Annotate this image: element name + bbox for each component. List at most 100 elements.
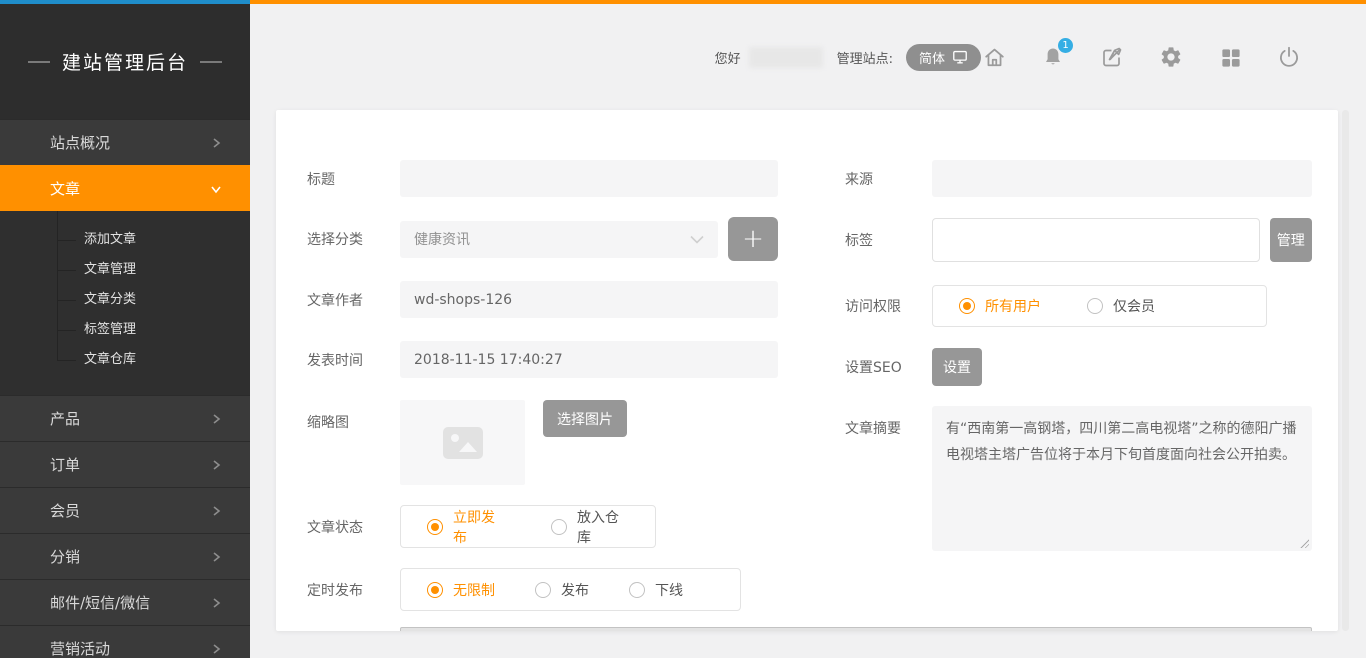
chevron-right-icon xyxy=(210,505,222,517)
notification-badge: 1 xyxy=(1058,38,1073,53)
gear-icon xyxy=(1159,45,1183,69)
app-logo: 建站管理后台 xyxy=(0,4,250,119)
power-icon xyxy=(1277,45,1301,69)
submenu-item-article-warehouse[interactable]: 文章仓库 xyxy=(0,345,250,375)
radio-icon xyxy=(551,519,567,535)
logout-button[interactable] xyxy=(1276,44,1302,70)
summary-row: 文章摘要 有“西南第一高钢塔，四川第二高电视塔”之称的德阳广播电视塔主塔广告位将… xyxy=(845,406,1312,551)
sidebar-item-label: 会员 xyxy=(50,500,210,521)
source-label: 来源 xyxy=(845,169,932,189)
home-button[interactable] xyxy=(981,44,1007,70)
schedule-row: 定时发布 无限制 发布 下线 xyxy=(307,568,778,611)
radio-icon xyxy=(629,582,645,598)
submenu-item-article-category[interactable]: 文章分类 xyxy=(0,285,250,315)
apps-button[interactable] xyxy=(1217,44,1243,70)
category-select[interactable]: 健康资讯 xyxy=(400,221,718,258)
username-redacted xyxy=(749,47,823,68)
add-category-button[interactable]: + xyxy=(728,217,778,261)
sidebar-item-orders[interactable]: 订单 xyxy=(0,441,250,487)
radio-icon xyxy=(427,519,443,535)
home-icon xyxy=(982,45,1007,70)
choose-image-button[interactable]: 选择图片 xyxy=(543,400,627,437)
sidebar-item-label: 站点概况 xyxy=(50,132,210,153)
language-site-button[interactable]: 简体 xyxy=(906,44,981,71)
schedule-radio-group: 无限制 发布 下线 xyxy=(400,568,741,611)
radio-publish-now[interactable]: 立即发布 xyxy=(427,507,505,547)
author-label: 文章作者 xyxy=(307,290,400,310)
radio-publish[interactable]: 发布 xyxy=(535,580,589,600)
sidebar-item-label: 邮件/短信/微信 xyxy=(50,592,210,613)
thumbnail-preview[interactable] xyxy=(400,400,525,485)
sidebar-item-marketing[interactable]: 营销活动 xyxy=(0,625,250,658)
status-row: 文章状态 立即发布 放入仓库 xyxy=(307,505,778,548)
compose-button[interactable] xyxy=(1099,44,1125,70)
submenu-item-tag-manage[interactable]: 标签管理 xyxy=(0,315,250,345)
sidebar-item-label: 营销活动 xyxy=(50,638,210,658)
access-row: 访问权限 所有用户 仅会员 xyxy=(845,285,1312,327)
radio-label: 放入仓库 xyxy=(577,507,629,547)
sidebar-item-label: 文章 xyxy=(50,178,210,199)
sidebar-item-products[interactable]: 产品 xyxy=(0,395,250,441)
sidebar-item-distribution[interactable]: 分销 xyxy=(0,533,250,579)
radio-to-warehouse[interactable]: 放入仓库 xyxy=(551,507,629,547)
tags-label: 标签 xyxy=(845,230,932,250)
radio-label: 仅会员 xyxy=(1113,296,1155,316)
tags-input[interactable] xyxy=(932,218,1260,262)
category-label: 选择分类 xyxy=(307,229,400,249)
radio-label: 立即发布 xyxy=(453,507,505,547)
radio-label: 所有用户 xyxy=(985,296,1041,316)
settings-button[interactable] xyxy=(1158,44,1184,70)
source-row: 来源 xyxy=(845,160,1312,197)
monitor-icon xyxy=(952,50,968,64)
chevron-right-icon xyxy=(210,137,222,149)
status-radio-group: 立即发布 放入仓库 xyxy=(400,505,656,548)
radio-icon xyxy=(427,582,443,598)
chevron-down-icon xyxy=(210,183,222,195)
access-radio-group: 所有用户 仅会员 xyxy=(932,285,1267,327)
manage-tags-button[interactable]: 管理 xyxy=(1270,218,1313,262)
radio-no-limit[interactable]: 无限制 xyxy=(427,580,495,600)
seo-settings-button[interactable]: 设置 xyxy=(932,348,982,386)
sidebar-item-site-overview[interactable]: 站点概况 xyxy=(0,119,250,165)
chevron-right-icon xyxy=(210,551,222,563)
sidebar-item-label: 产品 xyxy=(50,408,210,429)
sidebar-item-label: 订单 xyxy=(50,454,210,475)
title-input[interactable] xyxy=(400,160,778,197)
sidebar: 建站管理后台 站点概况 文章 添加文章 文章管理 文章分类 标签管理 文章仓库 … xyxy=(0,4,250,658)
title-label: 标题 xyxy=(307,169,400,189)
radio-offline[interactable]: 下线 xyxy=(629,580,683,600)
title-row: 标题 xyxy=(307,160,778,197)
status-label: 文章状态 xyxy=(307,517,400,537)
sidebar-item-label: 分销 xyxy=(50,546,210,567)
submenu-item-article-manage[interactable]: 文章管理 xyxy=(0,255,250,285)
author-input[interactable] xyxy=(400,281,778,318)
app-title: 建站管理后台 xyxy=(62,48,188,75)
image-placeholder-icon xyxy=(441,425,485,461)
chevron-down-icon xyxy=(690,235,704,244)
summary-textarea[interactable]: 有“西南第一高钢塔，四川第二高电视塔”之称的德阳广播电视塔主塔广告位将于本月下旬… xyxy=(932,406,1312,551)
articles-submenu: 添加文章 文章管理 文章分类 标签管理 文章仓库 xyxy=(0,211,250,395)
chevron-right-icon xyxy=(210,643,222,655)
greeting-text: 您好 xyxy=(715,48,741,67)
notifications-button[interactable]: 1 xyxy=(1040,44,1066,70)
sidebar-item-mail-sms-wechat[interactable]: 邮件/短信/微信 xyxy=(0,579,250,625)
thumbnail-row: 缩略图 选择图片 xyxy=(307,400,778,485)
thumbnail-label: 缩略图 xyxy=(307,400,400,432)
radio-all-users[interactable]: 所有用户 xyxy=(959,296,1041,316)
publish-time-input[interactable] xyxy=(400,341,778,378)
author-row: 文章作者 xyxy=(307,281,778,318)
radio-icon xyxy=(1087,298,1103,314)
scrollbar[interactable] xyxy=(1342,110,1349,631)
language-label: 简体 xyxy=(919,48,945,67)
sidebar-item-articles[interactable]: 文章 xyxy=(0,165,250,211)
radio-members-only[interactable]: 仅会员 xyxy=(1087,296,1155,316)
submenu-item-add-article[interactable]: 添加文章 xyxy=(0,225,250,255)
tags-row: 标签 管理 xyxy=(845,218,1312,262)
content-editor-clipped xyxy=(400,627,1312,631)
radio-label: 无限制 xyxy=(453,580,495,600)
sidebar-item-members[interactable]: 会员 xyxy=(0,487,250,533)
source-input[interactable] xyxy=(932,160,1312,197)
edit-icon xyxy=(1100,45,1124,69)
category-row: 选择分类 健康资讯 + xyxy=(307,217,778,261)
publish-time-label: 发表时间 xyxy=(307,350,400,370)
